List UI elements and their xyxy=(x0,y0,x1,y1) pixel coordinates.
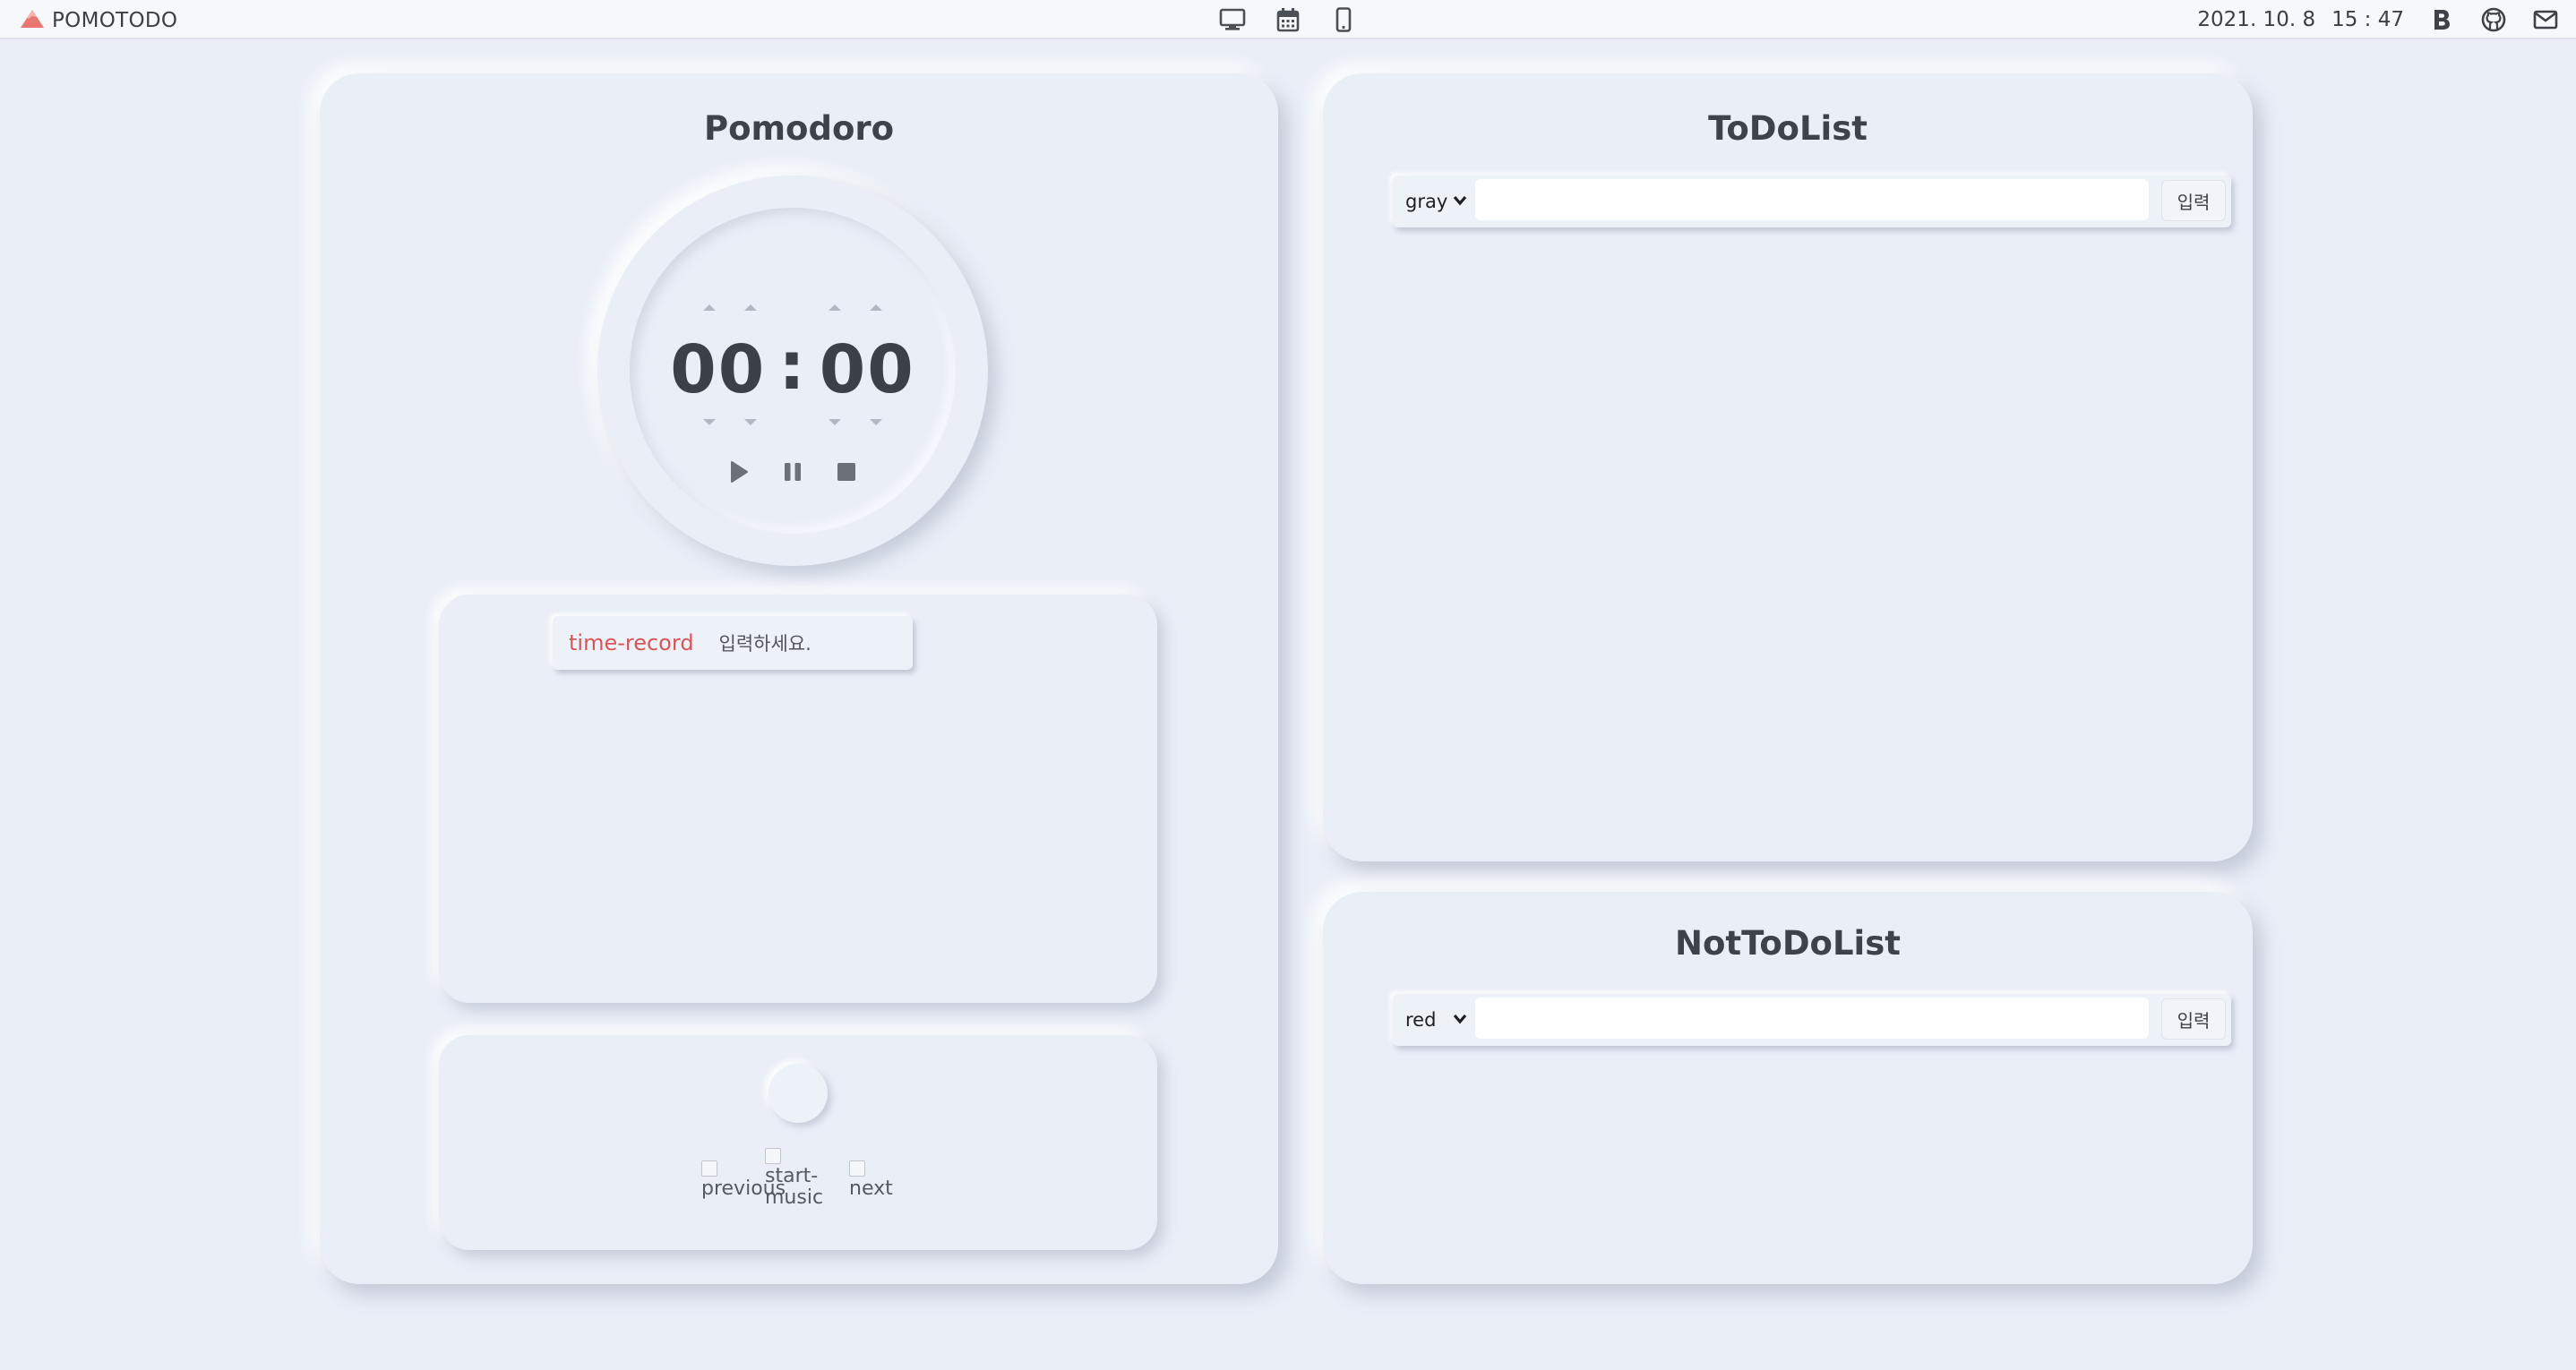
nottodo-title: NotToDoList xyxy=(1675,924,1901,963)
todo-color-select[interactable]: gray xyxy=(1405,186,1470,217)
time-record-label: time-record xyxy=(569,630,694,655)
nottodo-color-select[interactable]: red xyxy=(1405,1005,1470,1035)
todo-card: ToDoList gray 입력 xyxy=(1323,73,2253,861)
brand-name: POMOTODO xyxy=(52,9,178,32)
timer-dial: 00:00 xyxy=(597,176,988,566)
second-tens-up-arrow-icon[interactable] xyxy=(829,304,841,311)
todo-title: ToDoList xyxy=(1708,109,1868,148)
nottodo-submit-button[interactable]: 입력 xyxy=(2161,998,2226,1040)
timer-dial-inner: 00:00 xyxy=(630,208,956,534)
minute-ones-up-arrow-icon[interactable] xyxy=(744,304,757,311)
nottodo-input-bar: red 입력 xyxy=(1393,994,2231,1046)
github-icon[interactable] xyxy=(2479,5,2508,34)
current-date: 2021. 10. 8 xyxy=(2197,8,2316,31)
mountain-logo-icon xyxy=(20,8,45,33)
stop-icon[interactable] xyxy=(835,460,858,484)
top-bar: POMOTODO 2021. 10. 8 15 : 47 xyxy=(0,0,2576,39)
todo-text-input[interactable] xyxy=(1475,179,2149,220)
timer-display: 00:00 xyxy=(630,328,956,408)
chevron-down-icon xyxy=(1452,1010,1468,1032)
second-ones-down-arrow-icon[interactable] xyxy=(870,419,882,425)
broken-image-icon xyxy=(849,1160,865,1177)
current-time: 15 : 47 xyxy=(2331,8,2404,31)
minute-tens-down-arrow-icon[interactable] xyxy=(703,419,716,425)
view-mode-switcher xyxy=(1218,5,1358,34)
minute-tens-up-arrow-icon[interactable] xyxy=(703,304,716,311)
start-music-button[interactable]: start-music xyxy=(765,1148,828,1209)
time-record-panel: time-record 입력하세요. xyxy=(439,595,1157,1003)
blog-b-icon[interactable] xyxy=(2427,5,2456,34)
next-track-button[interactable]: next xyxy=(849,1160,893,1200)
header-right: 2021. 10. 8 15 : 47 xyxy=(2197,5,2560,34)
minute-ones-down-arrow-icon[interactable] xyxy=(744,419,757,425)
music-disc xyxy=(769,1064,828,1123)
time-record-input-row: time-record 입력하세요. xyxy=(553,616,913,670)
todo-color-value: gray xyxy=(1405,191,1448,212)
second-ones-up-arrow-icon[interactable] xyxy=(870,304,882,311)
calendar-icon[interactable] xyxy=(1274,5,1302,34)
pomodoro-title: Pomodoro xyxy=(703,109,895,148)
play-icon[interactable] xyxy=(727,460,751,484)
todo-input-bar: gray 입력 xyxy=(1393,176,2231,227)
pomodoro-card: Pomodoro 00:00 time-record 입력하세요. previo… xyxy=(320,73,1278,1284)
current-datetime: 2021. 10. 8 15 : 47 xyxy=(2197,8,2404,31)
start-music-alt-text: start-music xyxy=(765,1165,824,1209)
time-record-input[interactable]: 입력하세요. xyxy=(719,629,811,656)
nottodo-color-value: red xyxy=(1405,1009,1437,1031)
mail-icon[interactable] xyxy=(2531,5,2560,34)
chevron-down-icon xyxy=(1452,192,1468,214)
broken-image-icon xyxy=(701,1160,717,1177)
brand-logo[interactable]: POMOTODO xyxy=(20,8,177,33)
timer-separator: : xyxy=(778,328,807,405)
mobile-icon[interactable] xyxy=(1329,5,1358,34)
timer-controls xyxy=(630,460,956,484)
desktop-icon[interactable] xyxy=(1218,5,1247,34)
music-player-panel: previous start-music next xyxy=(439,1035,1157,1250)
timer-seconds[interactable]: 00 xyxy=(820,331,915,408)
nottodo-card: NotToDoList red 입력 xyxy=(1323,892,2253,1284)
broken-image-icon xyxy=(765,1148,781,1164)
todo-submit-button[interactable]: 입력 xyxy=(2161,180,2226,221)
pause-icon[interactable] xyxy=(781,460,804,484)
next-alt-text: next xyxy=(849,1177,893,1200)
second-tens-down-arrow-icon[interactable] xyxy=(829,419,841,425)
timer-minutes[interactable]: 00 xyxy=(670,331,766,408)
nottodo-text-input[interactable] xyxy=(1475,998,2149,1039)
